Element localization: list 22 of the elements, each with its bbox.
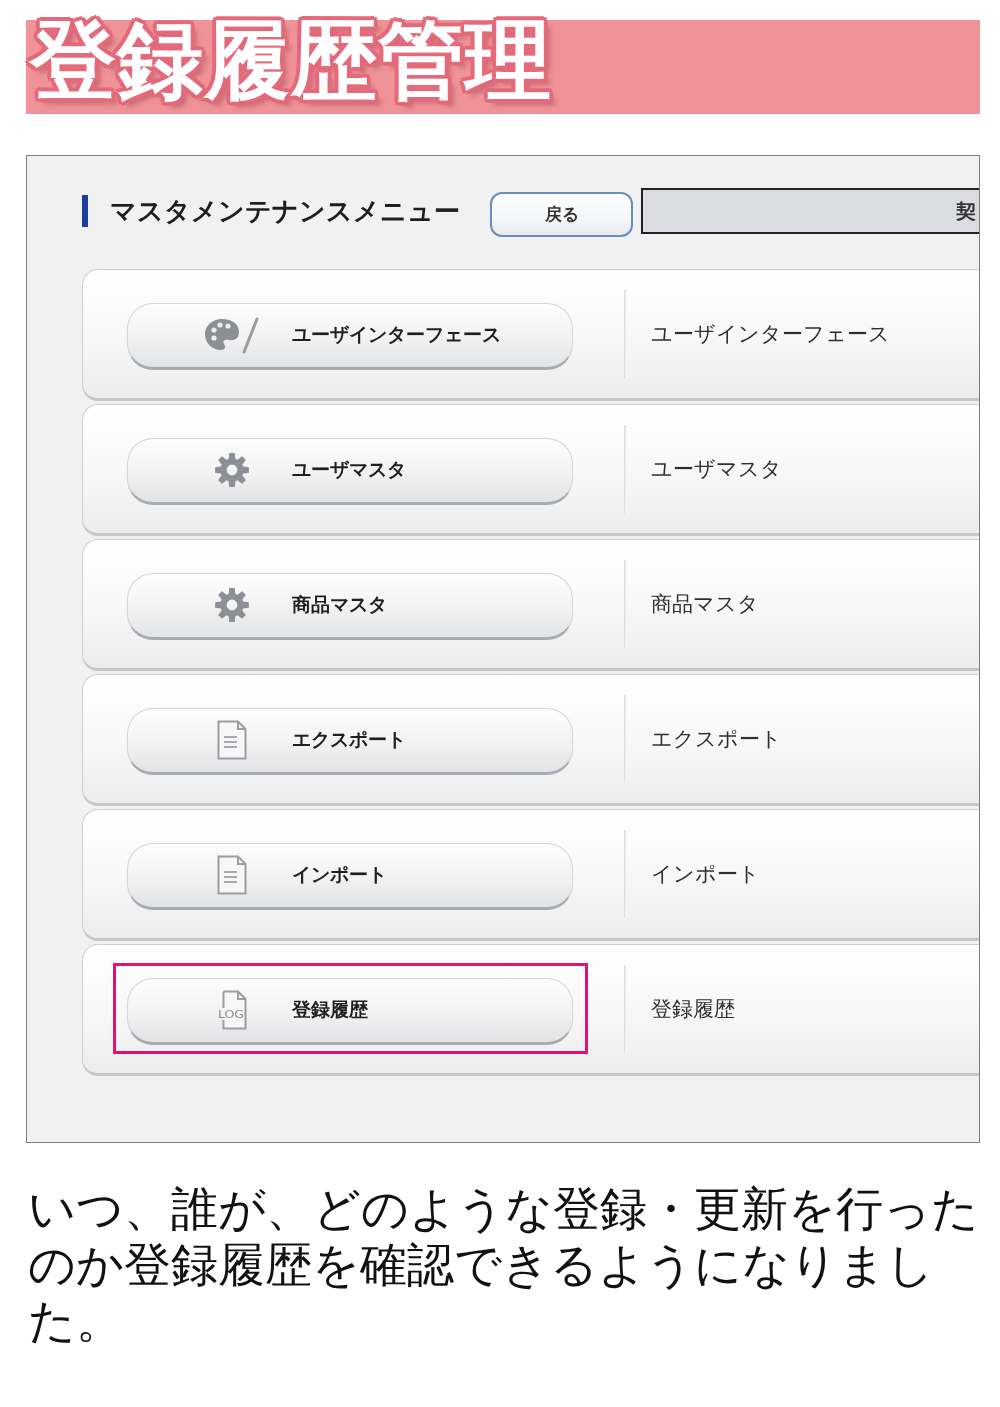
menu-description: 登録履歴 — [651, 996, 735, 1023]
menu-button[interactable]: 商品マスタ — [127, 572, 573, 640]
menu-description: 商品マスタ — [651, 591, 759, 618]
palette-brush-icon — [204, 316, 260, 354]
menu-button[interactable]: ユーザインターフェース — [127, 302, 573, 370]
gear-icon — [214, 587, 250, 623]
menu-button[interactable]: インポート — [127, 842, 573, 910]
menu-description: ユーザインターフェース — [651, 321, 890, 348]
page-title: 登録履歴管理 — [30, 9, 552, 112]
back-button[interactable]: 戻る — [490, 191, 633, 237]
menu-description: ユーザマスタ — [651, 456, 782, 483]
menu-description: インポート — [651, 861, 760, 888]
section-heading: マスタメンテナンスメニュー — [82, 195, 460, 227]
gear-icon — [214, 452, 250, 488]
menu-description: エクスポート — [651, 726, 782, 753]
document-icon — [217, 720, 247, 760]
document-icon — [217, 855, 247, 895]
menu-button[interactable]: ユーザマスタ — [127, 437, 573, 505]
menu-button[interactable]: LOG 登録履歴 — [127, 977, 573, 1045]
menu-button[interactable]: エクスポート — [127, 707, 573, 775]
caption-text: いつ、誰が、どのような登録・更新を行ったのか登録履歴を確認できるようになりました。 — [28, 1181, 980, 1349]
info-field: 契 — [641, 188, 979, 234]
